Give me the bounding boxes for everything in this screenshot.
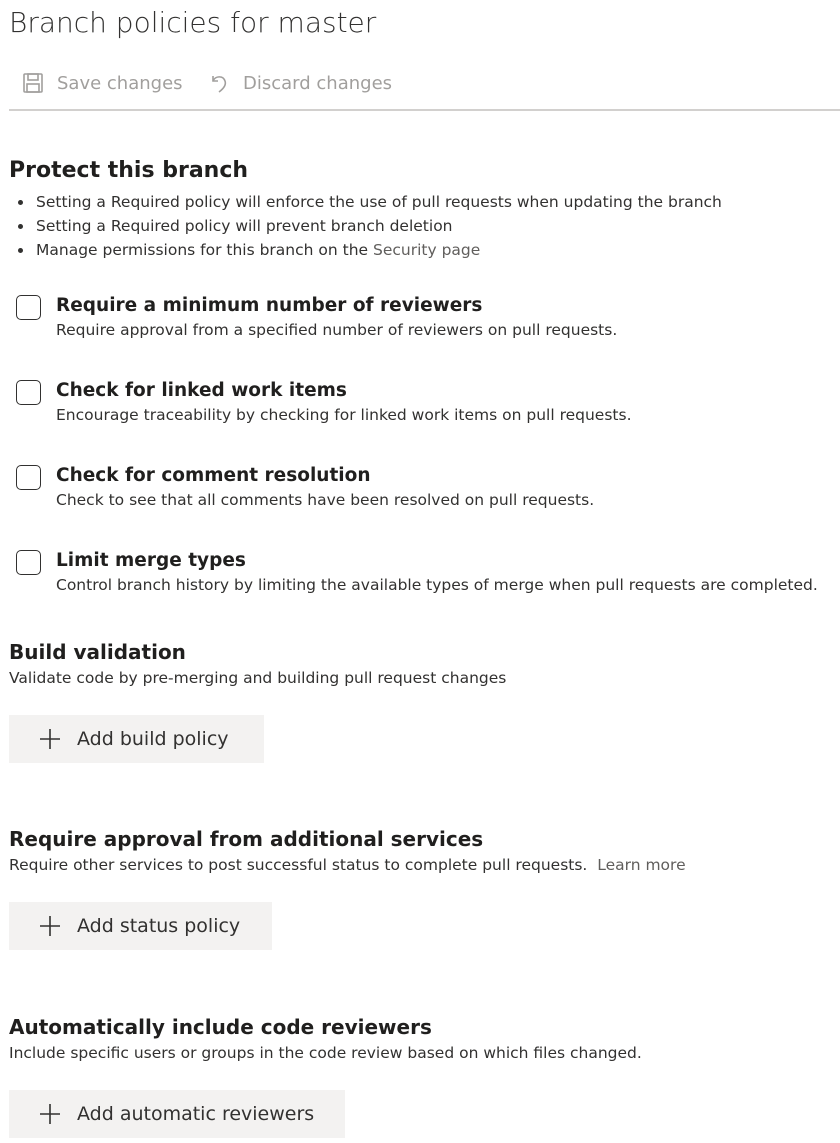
policy-min-reviewers: Require a minimum number of reviewers Re… bbox=[16, 295, 840, 355]
bullet-item: Setting a Required policy will prevent b… bbox=[18, 214, 722, 238]
policy-description: Require approval from a specified number… bbox=[56, 321, 618, 339]
policy-linked-work-items: Check for linked work items Encourage tr… bbox=[16, 380, 840, 440]
undo-icon bbox=[207, 71, 231, 95]
build-validation-heading: Build validation bbox=[9, 640, 186, 664]
policy-comment-resolution: Check for comment resolution Check to se… bbox=[16, 465, 840, 525]
policy-limit-merge-types: Limit merge types Control branch history… bbox=[16, 550, 840, 610]
security-page-link[interactable]: Security page bbox=[373, 241, 480, 259]
add-status-policy-button[interactable]: Add status policy bbox=[9, 902, 272, 950]
min-reviewers-checkbox[interactable] bbox=[16, 295, 41, 320]
toolbar: Save changes Discard changes bbox=[9, 66, 840, 111]
add-automatic-reviewers-button[interactable]: Add automatic reviewers bbox=[9, 1090, 345, 1138]
page-title: Branch policies for master bbox=[9, 6, 377, 39]
protect-branch-heading: Protect this branch bbox=[9, 158, 249, 183]
save-icon bbox=[21, 71, 45, 95]
comment-resolution-checkbox[interactable] bbox=[16, 465, 41, 490]
limit-merge-types-checkbox[interactable] bbox=[16, 550, 41, 575]
bullet-item: Manage permissions for this branch on th… bbox=[18, 238, 722, 262]
save-changes-button[interactable]: Save changes bbox=[21, 66, 183, 100]
policy-title: Check for linked work items bbox=[56, 380, 347, 401]
plus-icon bbox=[39, 1103, 61, 1125]
policy-description: Encourage traceability by checking for l… bbox=[56, 406, 632, 424]
auto-reviewers-description: Include specific users or groups in the … bbox=[9, 1044, 642, 1062]
discard-changes-label: Discard changes bbox=[243, 72, 393, 94]
build-validation-description: Validate code by pre-merging and buildin… bbox=[9, 669, 507, 687]
policy-title: Check for comment resolution bbox=[56, 465, 371, 486]
additional-services-text: Require other services to post successfu… bbox=[9, 856, 588, 874]
protect-branch-bullets: Setting a Required policy will enforce t… bbox=[18, 190, 722, 262]
policy-title: Limit merge types bbox=[56, 550, 246, 571]
add-automatic-reviewers-label: Add automatic reviewers bbox=[77, 1103, 315, 1125]
add-build-policy-button[interactable]: Add build policy bbox=[9, 715, 264, 763]
policy-description: Check to see that all comments have been… bbox=[56, 491, 595, 509]
learn-more-link[interactable]: Learn more bbox=[597, 856, 685, 874]
plus-icon bbox=[39, 728, 61, 750]
add-build-policy-label: Add build policy bbox=[77, 728, 229, 750]
bullet-item: Setting a Required policy will enforce t… bbox=[18, 190, 722, 214]
bullet-text: Manage permissions for this branch on th… bbox=[36, 241, 373, 259]
auto-reviewers-heading: Automatically include code reviewers bbox=[9, 1015, 432, 1039]
policy-title: Require a minimum number of reviewers bbox=[56, 295, 483, 316]
add-status-policy-label: Add status policy bbox=[77, 915, 241, 937]
save-changes-label: Save changes bbox=[57, 72, 183, 94]
policy-description: Control branch history by limiting the a… bbox=[56, 576, 818, 594]
discard-changes-button[interactable]: Discard changes bbox=[207, 66, 392, 100]
additional-services-description: Require other services to post successfu… bbox=[9, 856, 686, 874]
plus-icon bbox=[39, 915, 61, 937]
additional-services-heading: Require approval from additional service… bbox=[9, 827, 484, 851]
linked-work-items-checkbox[interactable] bbox=[16, 380, 41, 405]
